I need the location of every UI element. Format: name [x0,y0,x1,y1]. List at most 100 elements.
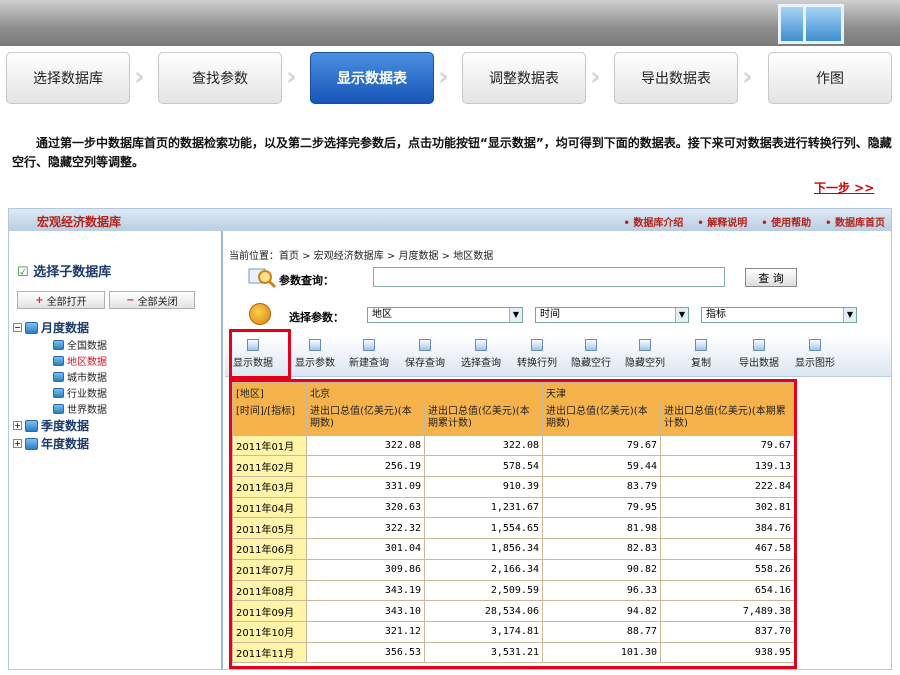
step-find-params[interactable]: 查找参数 [158,52,282,104]
param-label: 选择参数： [289,311,344,324]
collapse-toggle-icon[interactable]: − [13,323,22,332]
tree-item-city[interactable]: 城市数据 [53,369,107,384]
folder-icon [25,437,38,450]
check-icon [309,339,321,351]
value-cell: 309.86 [306,558,425,581]
value-cell: 322.32 [306,517,425,540]
copy-icon [695,339,707,351]
query-button[interactable]: 查 询 [745,268,797,287]
table-row: 2011年06月 301.04 1,856.34 82.83 467.58 [232,538,794,560]
query-label: 参数查询： [279,274,334,287]
link-db-intro[interactable]: • 数据库介绍 [624,214,684,229]
top-banner [0,0,900,46]
link-db-home[interactable]: • 数据库首页 [825,214,885,229]
transpose-icon [531,339,543,351]
value-cell: 79.67 [542,434,661,457]
value-cell: 1,856.34 [424,538,543,560]
new-query-button[interactable]: 新建查询 [349,339,389,369]
tree-node-monthly[interactable]: − 月度数据 [13,319,89,336]
step-export-table[interactable]: 导出数据表 [614,52,738,104]
value-cell: 1,231.67 [424,496,543,519]
save-query-button[interactable]: 保存查询 [405,339,445,369]
step-adjust-table[interactable]: 调整数据表 [462,52,586,104]
value-cell: 222.84 [660,476,794,498]
date-cell: 2011年01月 [232,434,307,457]
show-params-button[interactable]: 显示参数 [295,339,335,369]
chevron-right-icon: › [438,62,449,92]
database-panel: 宏观经济数据库 • 数据库介绍 • 解释说明 • 使用帮助 • 数据库首页 ☑ … [8,208,892,670]
region-select[interactable]: 地区 ▼ [367,307,523,323]
hide-empty-rows-button[interactable]: 隐藏空行 [571,339,611,369]
time-select[interactable]: 时间 ▼ [535,307,689,323]
export-data-button[interactable]: 导出数据 [739,339,779,369]
table-icon [53,387,64,398]
date-cell: 2011年07月 [232,558,307,581]
link-help[interactable]: • 使用帮助 [761,214,811,229]
table-row: 2011年08月 343.19 2,509.59 96.33 654.16 [232,579,794,602]
panel-header: 宏观经济数据库 • 数据库介绍 • 解释说明 • 使用帮助 • 数据库首页 [9,209,891,231]
subdb-title: ☑ 选择子数据库 [17,265,112,280]
copy-button[interactable]: 复制 [691,339,711,369]
transpose-button[interactable]: 转换行列 [517,339,557,369]
date-cell: 2011年10月 [232,620,307,643]
hide-cols-icon [639,339,651,351]
tree-node-yearly[interactable]: + 年度数据 [13,435,89,452]
table-row: 2011年01月 322.08 322.08 79.67 79.67 [232,434,794,457]
value-cell: 3,531.21 [424,641,543,664]
sidebar: ☑ 选择子数据库 + 全部打开 − 全部关闭 − 月度数据 全国数据 地区数据 … [9,231,219,669]
value-cell: 343.19 [306,579,425,602]
value-cell: 94.82 [542,600,661,622]
indicator-select[interactable]: 指标 ▼ [701,307,857,323]
tree-item-industry[interactable]: 行业数据 [53,385,107,400]
show-chart-button[interactable]: 显示图形 [795,339,835,369]
value-cell: 837.70 [660,620,794,643]
chevron-right-icon: › [742,62,753,92]
database-brand: 宏观经济数据库 [37,215,122,229]
value-cell: 2,509.59 [424,579,543,602]
date-cell: 2011年08月 [232,579,307,602]
toolbar: 显示数据 显示参数 新建查询 保存查询 选择查询 转换行列 隐藏空行 隐藏空列 … [225,335,891,377]
tree-item-world[interactable]: 世界数据 [53,401,107,416]
chevron-down-icon: ▼ [675,308,688,322]
step-plot[interactable]: 作图 [768,52,892,104]
corner-time-indicator: [时间]/[指标] [232,402,307,436]
value-cell: 79.95 [542,496,661,519]
region-header: 天津 [542,382,794,404]
tree-item-regional[interactable]: 地区数据 [53,353,107,368]
next-step-link[interactable]: 下一步 >> [814,179,874,196]
corner-region: [地区] [232,382,307,404]
value-cell: 322.08 [424,434,543,457]
step-select-database[interactable]: 选择数据库 [6,52,130,104]
value-cell: 59.44 [542,455,661,478]
value-cell: 384.76 [660,517,794,540]
value-cell: 654.16 [660,579,794,602]
tree-node-quarterly[interactable]: + 季度数据 [13,417,89,434]
open-icon [475,339,487,351]
table-row: 2011年05月 322.32 1,554.65 81.98 384.76 [232,517,794,540]
hide-empty-cols-button[interactable]: 隐藏空列 [625,339,665,369]
plus-icon: + [35,294,44,306]
main-area: 当前位置：首页 > 宏观经济数据库 > 月度数据 > 地区数据 参数查询： 查 … [221,231,891,669]
indicator-header: 进出口总值(亿美元)(本期数) [306,402,425,436]
query-input[interactable] [373,267,725,287]
value-cell: 7,489.38 [660,600,794,622]
table-icon [53,371,64,382]
table-row: 2011年03月 331.09 910.39 83.79 222.84 [232,476,794,498]
expand-all-button[interactable]: + 全部打开 [17,291,105,309]
expand-toggle-icon[interactable]: + [13,439,22,448]
expand-toggle-icon[interactable]: + [13,421,22,430]
chevron-right-icon: › [590,62,601,92]
link-explanation[interactable]: • 解释说明 [697,214,747,229]
value-cell: 2,166.34 [424,558,543,581]
value-cell: 82.83 [542,538,661,560]
step-show-table[interactable]: 显示数据表 [310,52,434,104]
value-cell: 139.13 [660,455,794,478]
table-row: 2011年07月 309.86 2,166.34 90.82 558.26 [232,558,794,581]
value-cell: 101.30 [542,641,661,664]
tree-item-national[interactable]: 全国数据 [53,337,107,352]
value-cell: 83.79 [542,476,661,498]
value-cell: 302.81 [660,496,794,519]
collapse-all-button[interactable]: − 全部关闭 [109,291,195,309]
value-cell: 96.33 [542,579,661,602]
select-query-button[interactable]: 选择查询 [461,339,501,369]
